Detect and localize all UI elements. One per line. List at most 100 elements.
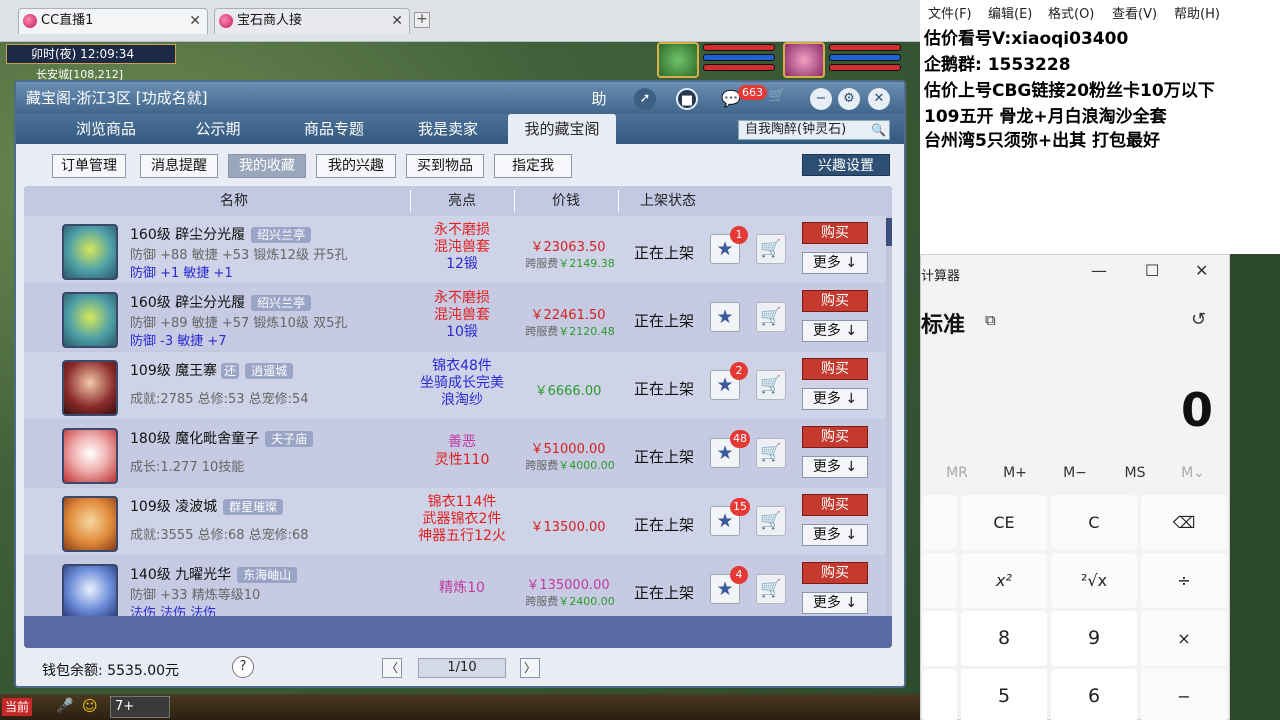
table-row[interactable]: 140级 九曜光华 东海岫山 防御 +33 精炼等级10 法伤 法伤 法伤 精炼1… [24,556,886,616]
memory-store-button[interactable]: MS [1115,465,1155,481]
share-icon[interactable]: ➚ [634,88,656,110]
cart-icon[interactable]: 🛒 [756,234,786,264]
calc-key-7[interactable] [923,611,957,666]
item-thumbnail[interactable] [62,564,118,616]
character-thumbnail[interactable] [62,496,118,552]
buy-button[interactable]: 购买 [802,494,868,516]
tab-my-pavilion[interactable]: 我的藏宝阁 [508,114,616,144]
my-interests-button[interactable]: 我的兴趣 [316,154,396,178]
table-scrollbar[interactable] [886,216,892,616]
chat-channel-current[interactable]: 当前 [2,698,33,716]
calc-key-4[interactable] [923,669,957,720]
buy-button[interactable]: 购买 [802,290,868,312]
table-row[interactable]: 109级 魔王寨还逍遥城 成就:2785 总修:53 总宠修:54 锦衣48件 … [24,352,886,420]
interest-settings-button[interactable]: 兴趣设置 [802,154,890,176]
digit-5-button[interactable]: 5 [961,669,1047,720]
memory-subtract-button[interactable]: M− [1055,465,1095,481]
new-tab-button[interactable]: + [414,12,430,28]
square-button[interactable]: x² [961,553,1047,608]
pet-thumbnail[interactable] [62,428,118,484]
stop-icon[interactable]: ■ [676,88,698,110]
more-button[interactable]: 更多 ↓ [802,456,868,478]
help-button[interactable]: 助 [588,88,610,110]
maximize-icon[interactable]: ☐ [1145,261,1159,280]
cart-icon[interactable]: 🛒 [756,370,786,400]
more-button[interactable]: 更多 ↓ [802,524,868,546]
calc-key-percent[interactable] [923,495,957,550]
table-row[interactable]: 160级 辟尘分光履 绍兴兰亭 防御 +88 敏捷 +53 锻炼12级 开5孔 防… [24,216,886,284]
microphone-icon[interactable]: 🎤 [56,698,73,714]
my-favorites-button[interactable]: 我的收藏 [228,154,306,178]
close-icon[interactable]: ✕ [868,88,890,110]
more-button[interactable]: 更多 ↓ [802,388,868,410]
digit-9-button[interactable]: 9 [1051,611,1137,666]
history-icon[interactable]: ↺ [1191,309,1206,330]
purchased-items-button[interactable]: 买到物品 [406,154,484,178]
player-avatar[interactable] [783,42,825,78]
browser-tab-gem-merchant[interactable]: 宝石商人接 ✕ [214,8,410,34]
memory-recall-button[interactable]: MR [937,465,977,481]
clear-button[interactable]: C [1051,495,1137,550]
calc-key-reciprocal[interactable] [923,553,957,608]
more-button[interactable]: 更多 ↓ [802,252,868,274]
prev-page-button[interactable]: 〈 [382,658,402,678]
designated-me-button[interactable]: 指定我 [494,154,572,178]
menu-view[interactable]: 查看(V) [1112,3,1157,22]
menu-file[interactable]: 文件(F) [928,3,972,22]
cart-icon[interactable]: 🛒 [756,302,786,332]
message-reminder-button[interactable]: 消息提醒 [140,154,218,178]
buy-button[interactable]: 购买 [802,358,868,380]
close-icon[interactable]: ✕ [1195,261,1208,280]
chat-input[interactable]: 7+ [110,696,170,718]
order-management-button[interactable]: 订单管理 [52,154,126,178]
search-icon[interactable]: 🔍 [871,121,886,139]
help-icon[interactable]: ? [232,656,254,678]
digit-6-button[interactable]: 6 [1051,669,1137,720]
more-button[interactable]: 更多 ↓ [802,320,868,342]
pet-avatar[interactable] [657,42,699,78]
cart-icon[interactable]: 🛒 [756,574,786,604]
emoji-icon[interactable]: ☺ [82,697,98,715]
menu-format[interactable]: 格式(O) [1048,3,1094,22]
gear-icon[interactable]: ⚙ [838,88,860,110]
next-page-button[interactable]: 〉 [520,658,540,678]
character-thumbnail[interactable] [62,360,118,416]
item-thumbnail[interactable] [62,224,118,280]
clear-entry-button[interactable]: CE [961,495,1047,550]
scrollbar-thumb[interactable] [886,218,892,246]
memory-add-button[interactable]: M+ [995,465,1035,481]
browser-tab-cc-live[interactable]: CC直播1 ✕ [18,8,208,34]
search-input[interactable]: 自我陶醉(钟灵石) 🔍 [738,120,890,140]
tab-seller[interactable]: 我是卖家 [400,114,496,144]
item-thumbnail[interactable] [62,292,118,348]
divide-button[interactable]: ÷ [1141,553,1227,608]
minimize-icon[interactable]: — [1091,261,1107,280]
tab-browse[interactable]: 浏览商品 [60,114,152,144]
digit-8-button[interactable]: 8 [961,611,1047,666]
player-anger-bar [829,64,901,71]
backspace-button[interactable]: ⌫ [1141,495,1227,550]
menu-edit[interactable]: 编辑(E) [988,3,1032,22]
table-row[interactable]: 109级 凌波城 群星璀璨 成就:3555 总修:68 总宠修:68 锦衣114件… [24,488,886,556]
tab-public-period[interactable]: 公示期 [172,114,264,144]
keep-on-top-icon[interactable]: ⧉ [985,311,996,329]
buy-button[interactable]: 购买 [802,222,868,244]
buy-button[interactable]: 购买 [802,562,868,584]
tab-topics[interactable]: 商品专题 [286,114,382,144]
multiply-button[interactable]: × [1141,611,1227,666]
menu-help[interactable]: 帮助(H) [1174,3,1220,22]
buy-button[interactable]: 购买 [802,426,868,448]
cart-icon[interactable]: 🛒 [756,438,786,468]
memory-list-button[interactable]: M⌄ [1173,465,1213,481]
square-root-button[interactable]: ²√x [1051,553,1137,608]
minimize-icon[interactable]: − [810,88,832,110]
close-icon[interactable]: ✕ [391,9,403,33]
cart-icon[interactable]: 🛒 [756,506,786,536]
close-icon[interactable]: ✕ [189,9,201,33]
table-row[interactable]: 180级 魔化毗舍童子 夫子庙 成长:1.277 10技能 善恶 灵性110 ￥5… [24,420,886,488]
favorite-star-icon[interactable]: ★ [710,302,740,332]
subtract-button[interactable]: − [1141,669,1227,720]
cart-icon[interactable]: 🛒 [768,88,785,104]
more-button[interactable]: 更多 ↓ [802,592,868,614]
table-row[interactable]: 160级 辟尘分光履 绍兴兰亭 防御 +89 敏捷 +57 锻炼10级 双5孔 防… [24,284,886,352]
